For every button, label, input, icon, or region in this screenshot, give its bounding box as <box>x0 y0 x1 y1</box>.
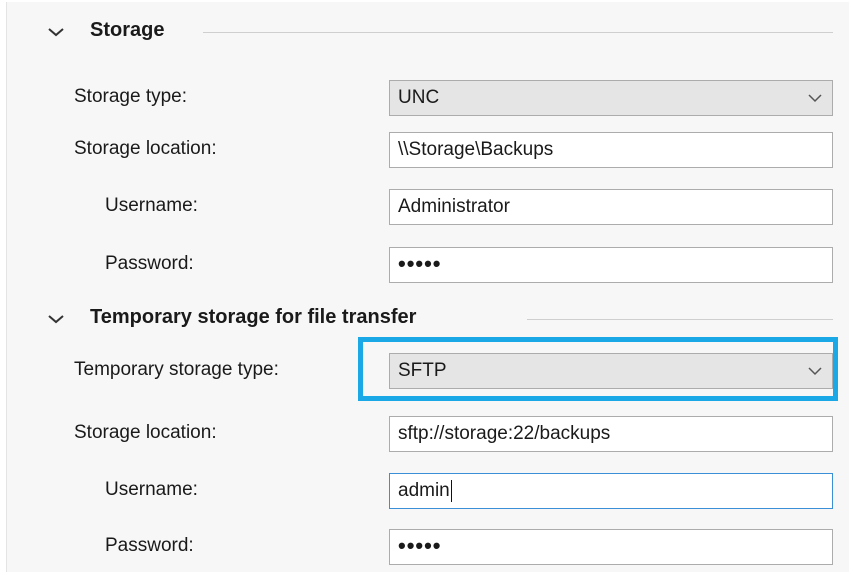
storage-location-label: Storage location: <box>74 138 217 159</box>
dropdown-chevron-down-icon <box>808 367 822 376</box>
temp-username-label: Username: <box>105 479 198 500</box>
temp-username-row: Username: admin <box>7 472 849 510</box>
temp-username-value: admin <box>398 480 450 501</box>
temp-password-row: Password: ••••• <box>7 528 849 566</box>
storage-password-label: Password: <box>105 253 194 274</box>
temp-location-input[interactable]: sftp://storage:22/backups <box>389 416 833 452</box>
storage-location-value: \\Storage\Backups <box>398 139 554 160</box>
storage-location-row: Storage location: \\Storage\Backups <box>7 131 849 169</box>
temp-password-label: Password: <box>105 535 194 556</box>
storage-password-value: ••••• <box>398 251 442 276</box>
temp-storage-type-select[interactable]: SFTP <box>389 353 833 389</box>
temp-location-row: Storage location: sftp://storage:22/back… <box>7 415 849 453</box>
storage-type-value: UNC <box>398 87 440 108</box>
storage-section-title: Storage <box>90 19 165 41</box>
section-divider <box>203 32 833 33</box>
temp-password-input[interactable]: ••••• <box>389 529 833 565</box>
storage-username-value: Administrator <box>398 196 510 217</box>
section-divider <box>527 319 833 320</box>
storage-username-label: Username: <box>105 195 198 216</box>
temp-storage-section-header[interactable]: Temporary storage for file transfer <box>7 304 849 334</box>
storage-type-select[interactable]: UNC <box>389 80 833 116</box>
temp-location-value: sftp://storage:22/backups <box>398 423 611 444</box>
storage-type-label: Storage type: <box>74 86 188 107</box>
storage-password-row: Password: ••••• <box>7 246 849 284</box>
storage-username-input[interactable]: Administrator <box>389 189 833 225</box>
storage-type-row: Storage type: UNC <box>7 79 849 117</box>
collapse-temp-storage-chevron-icon[interactable] <box>47 310 65 328</box>
temp-storage-type-value: SFTP <box>398 360 447 381</box>
temp-password-value: ••••• <box>398 533 442 558</box>
temp-username-input[interactable]: admin <box>389 473 833 509</box>
temp-location-label: Storage location: <box>74 422 217 443</box>
collapse-storage-chevron-icon[interactable] <box>47 23 65 41</box>
temp-storage-section-title: Temporary storage for file transfer <box>90 306 417 328</box>
temp-storage-type-label: Temporary storage type: <box>74 359 279 380</box>
storage-location-input[interactable]: \\Storage\Backups <box>389 132 833 168</box>
storage-section-header[interactable]: Storage <box>7 17 849 47</box>
temp-storage-type-row: Temporary storage type: SFTP <box>7 352 849 390</box>
text-caret <box>450 479 452 502</box>
storage-password-input[interactable]: ••••• <box>389 247 833 283</box>
dropdown-chevron-down-icon <box>808 94 822 103</box>
settings-panel: Storage Storage type: UNC Storage locati… <box>6 2 849 572</box>
storage-username-row: Username: Administrator <box>7 188 849 226</box>
